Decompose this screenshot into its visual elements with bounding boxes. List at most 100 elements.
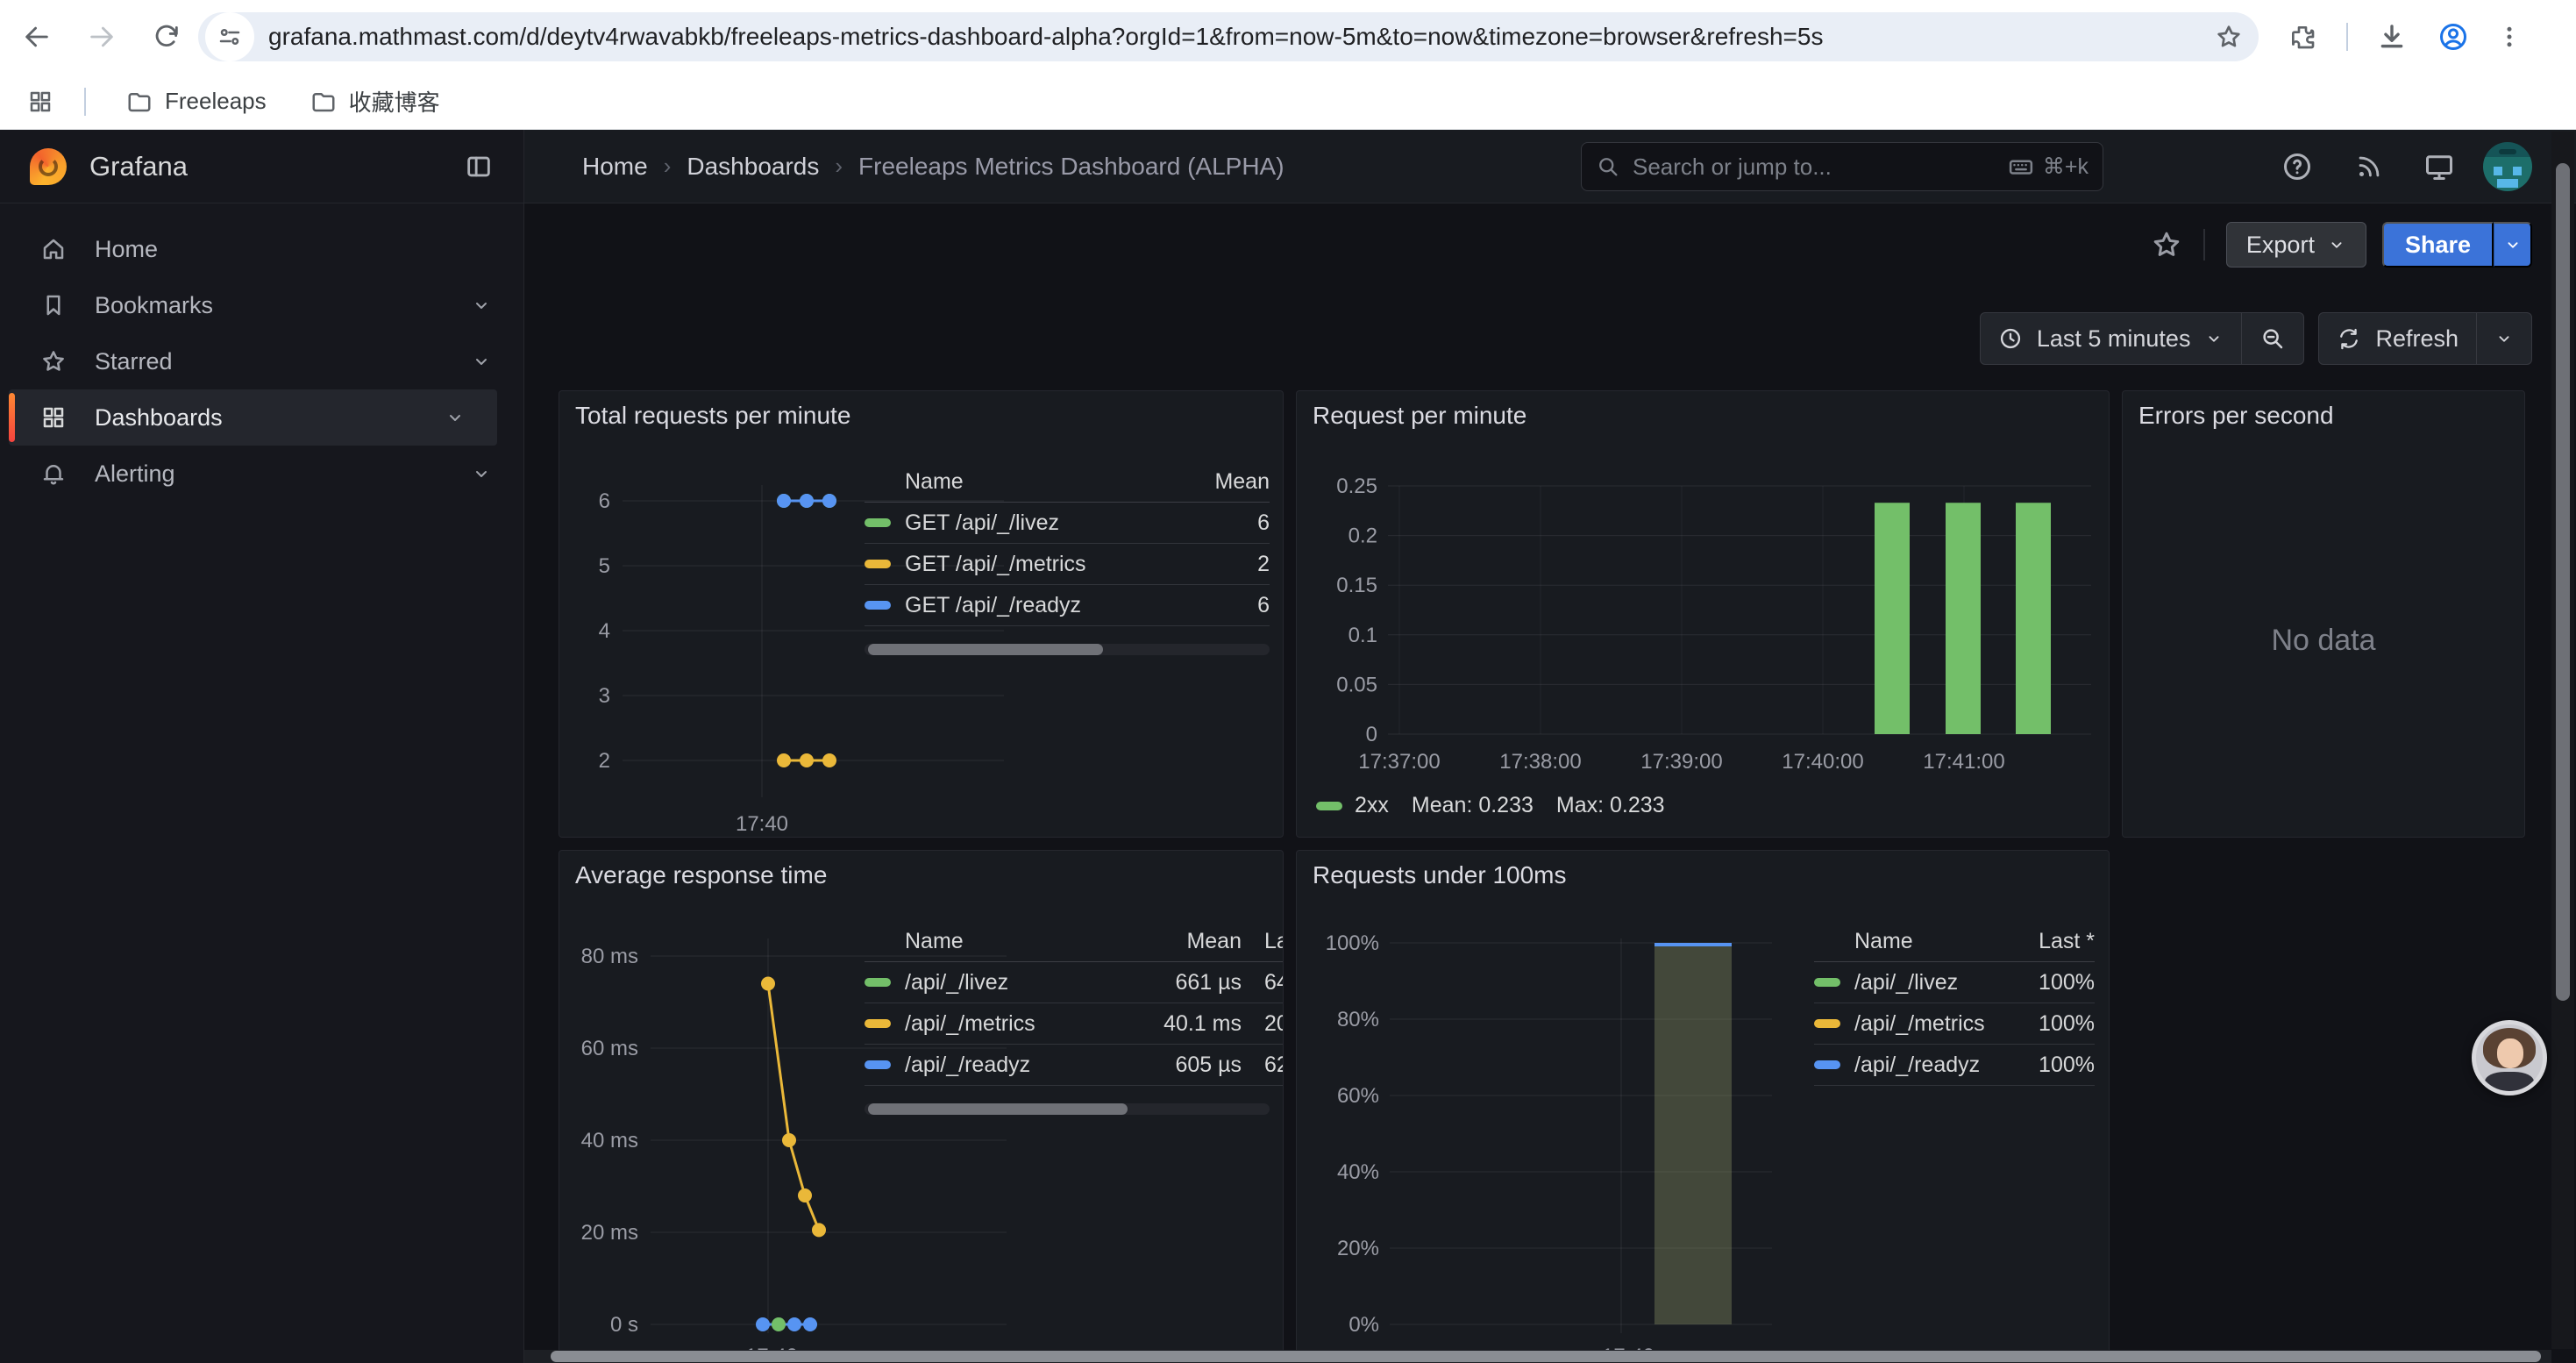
refresh-button[interactable]: Refresh xyxy=(2319,313,2476,364)
breadcrumb-dashboards[interactable]: Dashboards xyxy=(687,153,819,181)
series-name[interactable]: /api/_/metrics xyxy=(1854,1011,1985,1037)
legend-scrollbar[interactable] xyxy=(865,1103,1270,1115)
panel-request-per-minute[interactable]: Request per minute 0.250.20.150.10.05017… xyxy=(1296,390,2110,838)
forward-button[interactable] xyxy=(81,16,123,58)
svg-text:100%: 100% xyxy=(1326,934,1379,955)
legend-row[interactable]: /api/_/livez100% xyxy=(1814,962,2095,1003)
panel-title[interactable]: Errors per second xyxy=(2138,402,2334,430)
svg-text:60 ms: 60 ms xyxy=(581,1037,638,1060)
series-name[interactable]: /api/_/livez xyxy=(905,970,1008,995)
panel-title[interactable]: Requests under 100ms xyxy=(1313,861,1567,889)
legend-scrollbar-thumb[interactable] xyxy=(868,1103,1128,1115)
panel-average-response-time[interactable]: Average response time 80 ms60 ms40 ms20 … xyxy=(559,850,1284,1363)
dock-sidebar-icon[interactable] xyxy=(464,152,494,182)
legend-row[interactable]: GET /api/_/readyz6 xyxy=(865,585,1270,626)
sidebar-item-bookmarks[interactable]: Bookmarks xyxy=(0,277,523,333)
legend-column-header[interactable]: Last * xyxy=(1998,929,2095,954)
legend-row[interactable]: /api/_/metrics40.1 ms20.5 r xyxy=(865,1003,1284,1045)
panel-requests-under-100ms[interactable]: Requests under 100ms 100%80%60%40%20%0%1… xyxy=(1296,850,2110,1363)
kebab-menu-icon xyxy=(2496,24,2523,50)
floating-assistant-avatar[interactable] xyxy=(2472,1020,2547,1095)
refresh-icon xyxy=(2337,326,2361,351)
legend-row[interactable]: /api/_/livez661 µs646 xyxy=(865,962,1284,1003)
help-button[interactable] xyxy=(2278,147,2316,186)
vertical-scrollbar-thumb[interactable] xyxy=(2556,163,2570,1001)
bookmark-folder-blogs[interactable]: 收藏博客 xyxy=(293,81,458,123)
search-input[interactable] xyxy=(1633,153,2008,181)
series-name[interactable]: /api/_/livez xyxy=(1854,970,1958,995)
sidebar-item-dashboards[interactable]: Dashboards xyxy=(9,389,497,446)
share-menu-button[interactable] xyxy=(2494,222,2532,268)
apps-button[interactable] xyxy=(19,81,61,123)
series-name[interactable]: /api/_/metrics xyxy=(905,1011,1035,1037)
extensions-button[interactable] xyxy=(2281,16,2323,58)
browser-menu-button[interactable] xyxy=(2488,16,2530,58)
zoom-out-button[interactable] xyxy=(2242,313,2303,364)
legend-column-header[interactable]: Name xyxy=(865,469,1191,495)
legend-scrollbar[interactable] xyxy=(865,644,1270,655)
sidebar-item-alerting[interactable]: Alerting xyxy=(0,446,523,502)
panel-title[interactable]: Request per minute xyxy=(1313,402,1526,430)
refresh-interval-button[interactable] xyxy=(2477,313,2531,364)
series-name[interactable]: /api/_/readyz xyxy=(1854,1053,1980,1078)
url-text[interactable]: grafana.mathmast.com/d/deytv4rwavabkb/fr… xyxy=(268,23,2208,51)
chevron-down-icon[interactable] xyxy=(445,407,466,428)
sidebar-item-home[interactable]: Home xyxy=(0,221,523,277)
sidebar: Grafana Home Bookmarks Starred Dashboard… xyxy=(0,130,524,1363)
legend-column-header[interactable]: Name xyxy=(1814,929,1998,954)
downloads-button[interactable] xyxy=(2371,16,2413,58)
sidebar-item-starred[interactable]: Starred xyxy=(0,333,523,389)
page-vertical-scrollbar[interactable] xyxy=(2551,132,2574,1349)
legend-header: NameMean xyxy=(865,461,1270,503)
favorite-star-icon[interactable] xyxy=(2151,229,2182,260)
panel-title[interactable]: Total requests per minute xyxy=(575,402,850,430)
series-name[interactable]: /api/_/readyz xyxy=(905,1053,1030,1078)
legend-scrollbar-thumb[interactable] xyxy=(868,644,1103,655)
legend-row[interactable]: /api/_/readyz605 µs620 xyxy=(865,1045,1284,1086)
user-avatar[interactable] xyxy=(2483,142,2532,191)
chevron-down-icon[interactable] xyxy=(471,295,492,316)
legend-table: NameLast */api/_/livez100%/api/_/metrics… xyxy=(1814,921,2095,1086)
refresh-label: Refresh xyxy=(2375,325,2459,353)
url-bar[interactable]: grafana.mathmast.com/d/deytv4rwavabkb/fr… xyxy=(198,12,2259,61)
profile-button[interactable] xyxy=(2432,16,2474,58)
legend-column-header[interactable]: Las xyxy=(1242,929,1284,954)
site-settings-button[interactable] xyxy=(205,12,254,61)
horizontal-scrollbar-thumb[interactable] xyxy=(551,1351,2541,1362)
legend-row[interactable]: /api/_/metrics 100% xyxy=(1814,1003,2095,1045)
chevron-down-icon xyxy=(2327,235,2346,254)
legend-column-header[interactable]: Mean xyxy=(1191,469,1270,495)
series-name[interactable]: GET /api/_/metrics xyxy=(905,552,1086,577)
legend-column-header[interactable]: Name xyxy=(865,929,1110,954)
legend-row[interactable]: GET /api/_/metrics2 xyxy=(865,544,1270,585)
grafana-logo-icon[interactable] xyxy=(30,148,67,185)
bookmark-page-button[interactable] xyxy=(2208,16,2250,58)
legend-row[interactable]: /api/_/readyz100% xyxy=(1814,1045,2095,1086)
time-range-picker[interactable]: Last 5 minutes xyxy=(1981,313,2242,364)
back-button[interactable] xyxy=(16,16,58,58)
series-value: 100% xyxy=(1998,1011,2095,1037)
news-button[interactable] xyxy=(2350,147,2388,186)
bookmark-folder-freeleaps[interactable]: Freeleaps xyxy=(109,81,284,123)
actions-divider xyxy=(2203,229,2205,260)
legend-series-name[interactable]: 2xx xyxy=(1355,793,1389,818)
breadcrumb-sep: › xyxy=(835,153,843,180)
panel-title[interactable]: Average response time xyxy=(575,861,827,889)
page-horizontal-scrollbar[interactable] xyxy=(524,1350,2551,1363)
series-name[interactable]: GET /api/_/livez xyxy=(905,510,1059,536)
panel-errors-per-second[interactable]: Errors per second No data xyxy=(2122,390,2525,838)
legend-row[interactable]: GET /api/_/livez6 xyxy=(865,503,1270,544)
panel-total-requests[interactable]: Total requests per minute 6543217:40 Nam… xyxy=(559,390,1284,838)
share-button[interactable]: Share xyxy=(2382,222,2494,268)
reload-button[interactable] xyxy=(146,16,188,58)
legend-column-header[interactable]: Mean xyxy=(1110,929,1242,954)
breadcrumb-home[interactable]: Home xyxy=(582,153,648,181)
series-name[interactable]: GET /api/_/readyz xyxy=(905,593,1081,618)
svg-text:40 ms: 40 ms xyxy=(581,1129,638,1152)
display-button[interactable] xyxy=(2420,147,2459,186)
search-shortcut: ⌘+k xyxy=(2008,153,2089,180)
chevron-down-icon[interactable] xyxy=(471,351,492,372)
export-button[interactable]: Export xyxy=(2226,222,2366,268)
chevron-down-icon[interactable] xyxy=(471,463,492,484)
search-box[interactable]: ⌘+k xyxy=(1581,142,2103,191)
